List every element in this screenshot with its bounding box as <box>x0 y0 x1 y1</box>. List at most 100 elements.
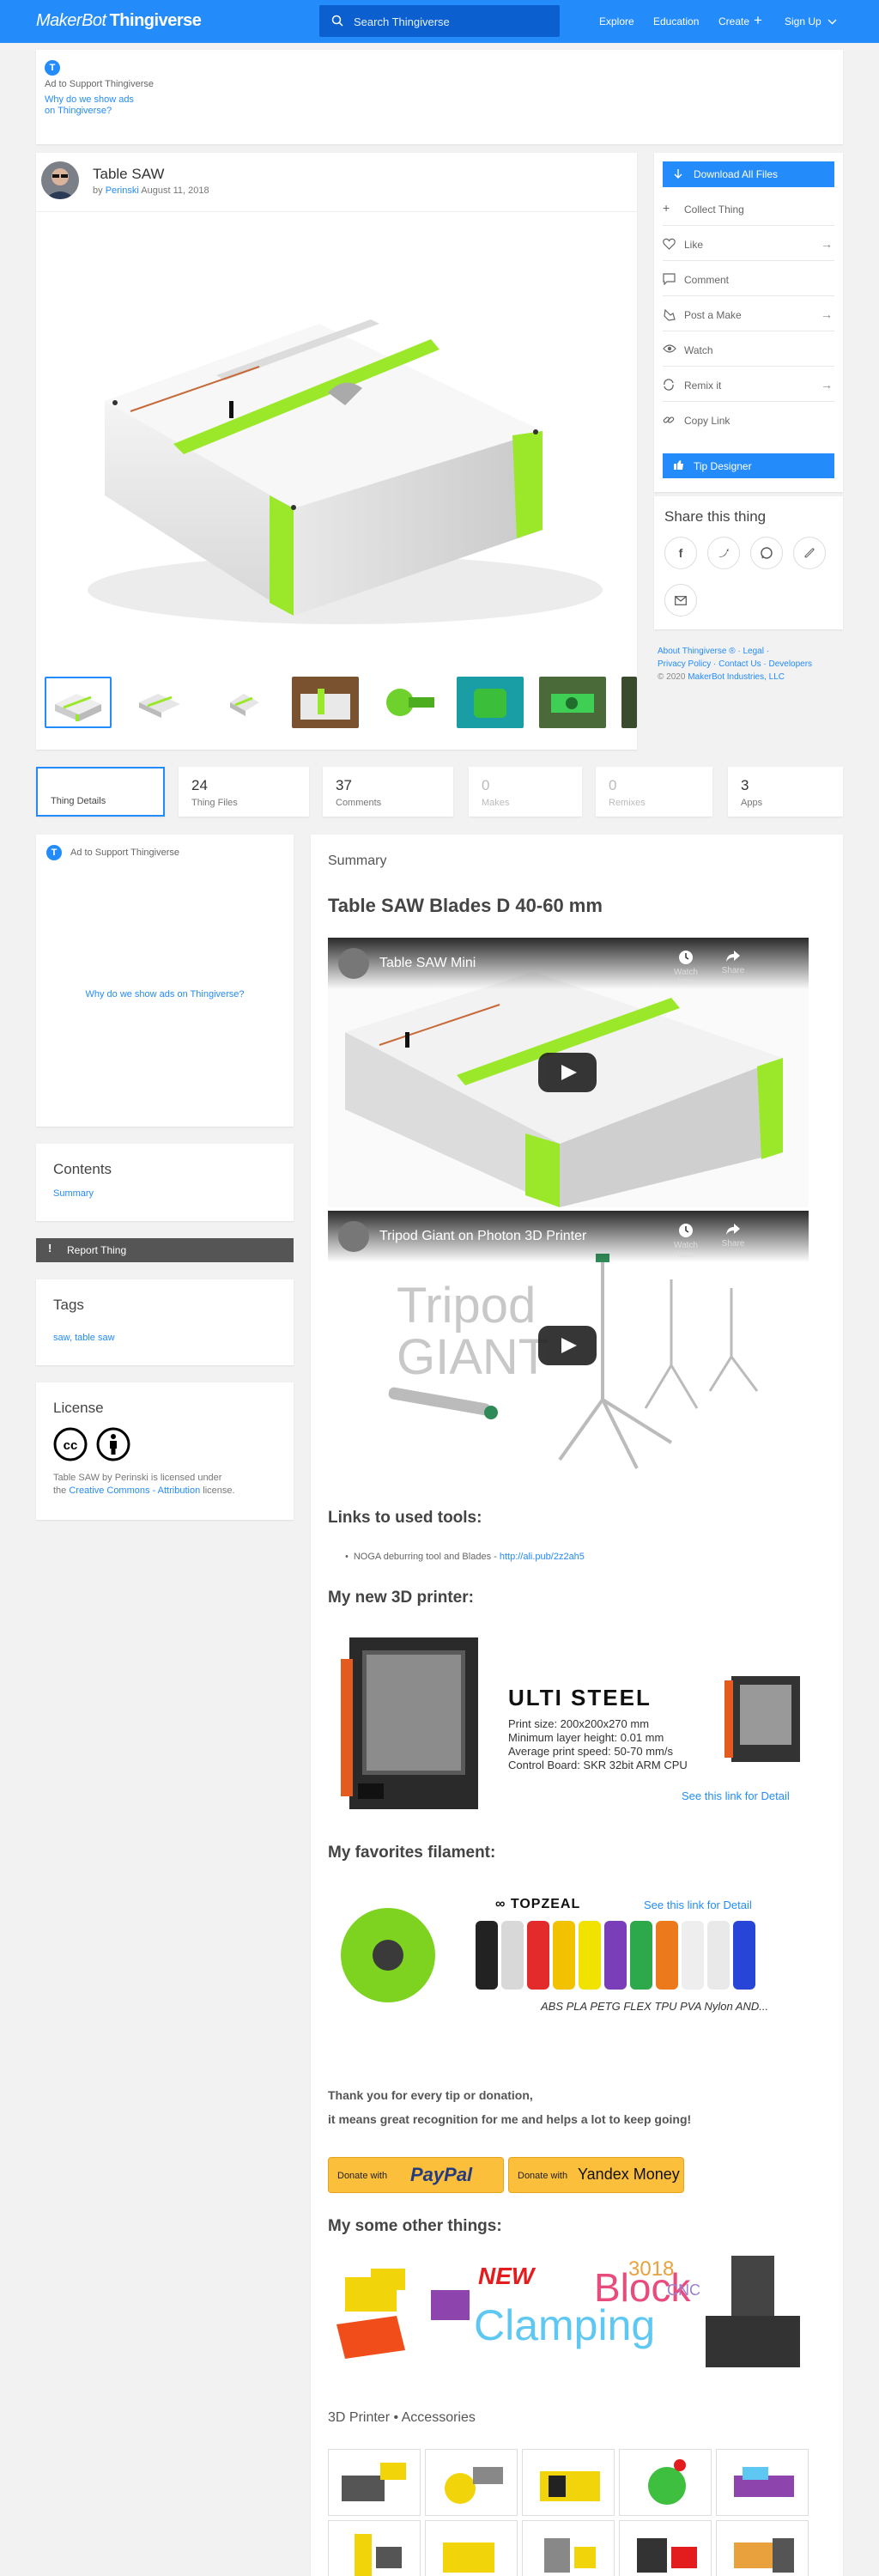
thumbnail-4[interactable] <box>292 677 359 728</box>
tab-label: Thing Details <box>51 796 106 806</box>
post-make-action[interactable]: Post a Make → <box>663 297 834 331</box>
watch-label: Watch <box>684 344 713 356</box>
tool-list-item: • NOGA deburring tool and Blades - http:/… <box>345 1552 585 1562</box>
ad-why-link-1[interactable]: Why do we show ads <box>45 94 134 105</box>
accessory-thumbnail[interactable] <box>619 2520 712 2576</box>
accessory-thumbnail[interactable] <box>328 2449 421 2516</box>
filament-detail-link[interactable]: See this link for Detail <box>644 1899 752 1911</box>
tab-apps[interactable]: 3 Apps <box>728 767 843 817</box>
play-icon[interactable] <box>538 1053 597 1092</box>
accessory-thumbnail[interactable] <box>716 2520 809 2576</box>
download-all-button[interactable]: Download All Files <box>663 161 834 187</box>
twitter-icon[interactable] <box>707 537 740 569</box>
nav-create[interactable]: Create <box>718 15 749 27</box>
accessory-thumbnail[interactable] <box>425 2520 518 2576</box>
thumbnail-7[interactable] <box>539 677 606 728</box>
video-title[interactable]: Tripod Giant on Photon 3D Printer <box>379 1229 586 1244</box>
accessories-label: 3D Printer • Accessories <box>328 2410 476 2425</box>
thing-byline: by Perinski August 11, 2018 <box>93 185 209 196</box>
printer-detail-link[interactable]: See this link for Detail <box>682 1789 790 1802</box>
tags-list[interactable]: saw, table saw <box>53 1333 115 1343</box>
share-label: Share <box>721 966 745 975</box>
nav-explore[interactable]: Explore <box>599 15 634 27</box>
watch-later-button[interactable]: Watch later <box>667 1223 705 1260</box>
printer-spec: Control Board: SKR 32bit ARM CPU <box>508 1759 688 1771</box>
thumbnail-6[interactable] <box>457 677 524 728</box>
plus-icon[interactable]: + <box>754 12 762 29</box>
tab-remixes[interactable]: 0 Remixes <box>596 767 712 817</box>
arrow-right-icon: → <box>821 307 833 321</box>
share-title: Share this thing <box>664 508 767 525</box>
watch-later-button[interactable]: Watch later <box>667 950 705 987</box>
channel-avatar[interactable] <box>338 1221 369 1252</box>
thumbnail-3[interactable] <box>209 677 276 728</box>
thumbnail-5[interactable] <box>374 677 441 728</box>
like-action[interactable]: Like → <box>663 227 834 261</box>
whatsapp-icon[interactable] <box>750 537 783 569</box>
tab-thing-files[interactable]: 24 Thing Files <box>179 767 309 817</box>
video-title[interactable]: Table SAW Mini <box>379 956 476 971</box>
play-icon[interactable] <box>538 1326 597 1365</box>
author-link[interactable]: Perinski <box>106 185 139 196</box>
download-icon <box>674 169 682 179</box>
tab-makes[interactable]: 0 Makes <box>469 767 582 817</box>
donate-yandex-button[interactable]: Donate with Yandex Money <box>508 2157 684 2193</box>
footer-about-legal[interactable]: About Thingiverse ® · Legal · <box>658 647 769 656</box>
channel-avatar[interactable] <box>338 948 369 979</box>
donate-paypal-button[interactable]: Donate with PayPal <box>328 2157 504 2193</box>
ad-why-link-2[interactable]: on Thingiverse? <box>45 106 112 116</box>
thumbnail-8[interactable] <box>621 677 637 728</box>
tags-title: Tags <box>53 1297 84 1313</box>
tab-thing-details[interactable]: Thing Details <box>36 767 165 817</box>
ad-why-link[interactable]: Why do we show ads on Thingiverse? <box>36 989 294 999</box>
remix-action[interactable]: Remix it → <box>663 368 834 402</box>
link-icon[interactable] <box>793 537 826 569</box>
contents-summary-link[interactable]: Summary <box>53 1188 94 1199</box>
thumbnail-1[interactable] <box>45 677 112 728</box>
accessory-thumbnail[interactable] <box>716 2449 809 2516</box>
copy-link-action[interactable]: Copy Link <box>663 403 834 437</box>
like-label: Like <box>684 239 704 251</box>
video-share-button[interactable]: Share <box>714 950 752 975</box>
search-box[interactable] <box>319 5 560 37</box>
ad-sidebar: T Ad to Support Thingiverse Why do we sh… <box>36 835 294 1127</box>
avatar[interactable] <box>41 161 79 199</box>
license-link[interactable]: Creative Commons - Attribution <box>69 1485 200 1496</box>
accessory-thumbnail[interactable] <box>522 2520 615 2576</box>
tool-link[interactable]: http://ali.pub/2z2ah5 <box>500 1552 585 1562</box>
nav-education[interactable]: Education <box>653 15 699 27</box>
email-icon[interactable] <box>664 584 697 617</box>
accessory-thumbnail[interactable] <box>425 2449 518 2516</box>
video-tripod-giant[interactable]: Tripod GIANT Tripod Giant on Photon 3D P… <box>328 1211 809 1480</box>
accessory-thumbnail[interactable] <box>619 2449 712 2516</box>
tab-count: 0 <box>609 777 617 793</box>
hand-icon <box>664 308 676 321</box>
footer-privacy-contact-dev[interactable]: Privacy Policy · Contact Us · Developers <box>658 659 812 669</box>
footer-makerbot-link[interactable]: MakerBot Industries, LLC <box>688 672 785 682</box>
thanks-line-1: Thank you for every tip or donation, <box>328 2088 533 2102</box>
search-input[interactable] <box>354 13 543 30</box>
accessory-thumbnail[interactable] <box>522 2449 615 2516</box>
report-thing-button[interactable]: Report Thing <box>36 1238 294 1262</box>
comment-action[interactable]: Comment <box>663 262 834 296</box>
filament-heading: My favorites filament: <box>328 1844 496 1862</box>
tip-designer-button[interactable]: Tip Designer <box>663 453 834 478</box>
filament-banner[interactable]: ∞ TOPZEAL See this link for Detail ABS P… <box>328 1886 809 2032</box>
main-image[interactable] <box>36 211 637 658</box>
thumbnail-2[interactable] <box>127 677 194 728</box>
facebook-icon[interactable]: f <box>664 537 697 569</box>
video-share-button[interactable]: Share <box>714 1223 752 1249</box>
collect-thing-action[interactable]: + Collect Thing <box>663 191 834 226</box>
chevron-down-icon[interactable] <box>827 19 837 25</box>
search-icon <box>331 15 343 27</box>
alert-icon: ! <box>48 1242 52 1255</box>
watch-action[interactable]: Watch <box>663 332 834 367</box>
tab-comments[interactable]: 37 Comments <box>323 767 453 817</box>
block-clamping-banner[interactable]: NEW Block Clamping 3018 CNC <box>328 2239 809 2376</box>
nav-signup[interactable]: Sign Up <box>785 15 821 27</box>
tab-count: 24 <box>191 777 208 793</box>
site-logo[interactable]: MakerBot Thingiverse <box>36 11 202 31</box>
accessory-thumbnail[interactable] <box>328 2520 421 2576</box>
printer-banner[interactable]: ULTI STEEL Print size: 200x200x270 mm Mi… <box>328 1625 809 1822</box>
video-table-saw[interactable]: Table SAW Mini Watch later Share <box>328 938 809 1207</box>
